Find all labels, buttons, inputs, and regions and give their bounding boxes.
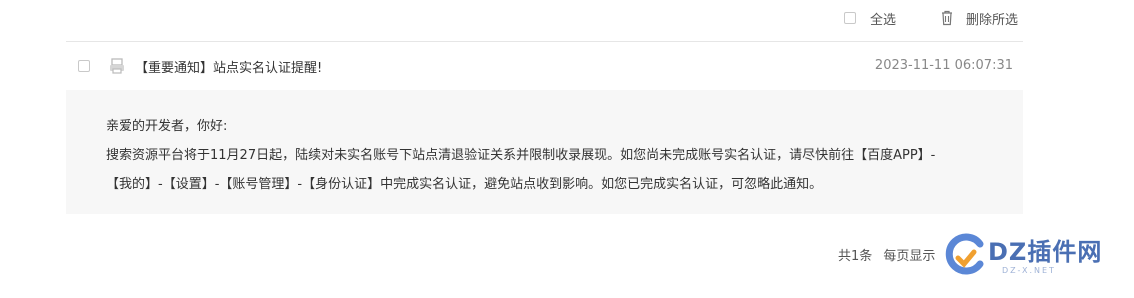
message-row[interactable]: 【重要通知】站点实名认证提醒! 2023-11-11 06:07:31 — [66, 42, 1023, 89]
message-time: 2023-11-11 06:07:31 — [874, 58, 1013, 73]
select-all-checkbox[interactable] — [844, 12, 856, 24]
message-title[interactable]: 【重要通知】站点实名认证提醒! — [135, 57, 322, 76]
trash-icon[interactable] — [940, 10, 954, 26]
message-content: 亲爱的开发者，你好: 搜索资源平台将于11月27日起，陆续对未实名账号下站点清退… — [66, 90, 1023, 214]
message-toolbar: 全选 删除所选 — [66, 0, 1023, 42]
pagination: 共1条 每页显示 — [838, 245, 942, 264]
watermark-brand: DZ插件网 — [988, 238, 1103, 266]
watermark-logo-icon — [945, 233, 984, 275]
select-all[interactable]: 全选 — [844, 9, 896, 28]
message-line-1: 搜索资源平台将于11月27日起，陆续对未实名账号下站点清退验证关系并限制收录展现… — [106, 148, 936, 163]
pagination-total: 共1条 — [838, 249, 873, 264]
message-greeting: 亲爱的开发者，你好: — [106, 119, 228, 134]
message-line-2: 【我的】-【设置】-【账号管理】-【身份认证】中完成实名认证，避免站点收到影响。… — [106, 177, 823, 192]
select-all-label[interactable]: 全选 — [870, 9, 896, 28]
pagination-per-page[interactable]: 每页显示 — [883, 249, 935, 264]
watermark: DZ插件网 DZ-X.NET — [942, 226, 1122, 286]
message-checkbox[interactable] — [78, 60, 90, 72]
message-icon — [108, 57, 126, 75]
delete-selected-button[interactable]: 删除所选 — [940, 9, 1018, 28]
watermark-sub: DZ-X.NET — [1002, 266, 1056, 275]
delete-selected-label[interactable]: 删除所选 — [966, 9, 1018, 28]
